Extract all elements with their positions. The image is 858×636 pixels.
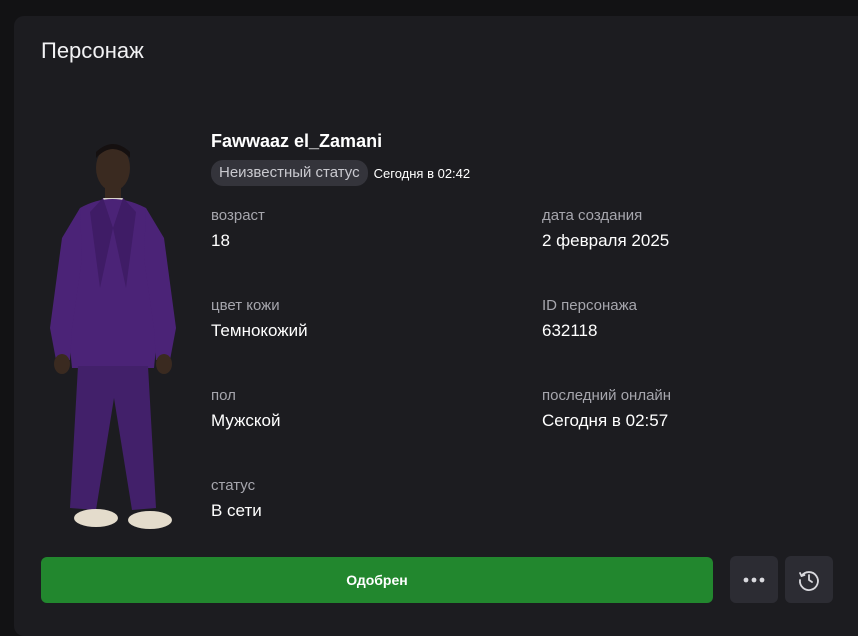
field-label: дата создания [542, 207, 643, 224]
history-button[interactable] [785, 556, 833, 603]
field-label: возраст [211, 207, 265, 224]
more-button[interactable] [730, 556, 778, 603]
status-time: Сегодня в 02:42 [373, 165, 471, 181]
field-age: возраст 18 [211, 207, 265, 251]
field-status: статус В сети [211, 477, 262, 521]
field-created: дата создания 2 февраля 2025 [542, 207, 669, 251]
field-label: цвет кожи [211, 297, 280, 314]
field-value: Мужской [211, 411, 281, 430]
field-label: последний онлайн [542, 387, 672, 404]
field-label: ID персонажа [542, 297, 637, 314]
more-dots-icon [743, 577, 765, 582]
field-last-online: последний онлайн Сегодня в 02:57 [542, 387, 671, 431]
panel-title: Персонаж [41, 38, 144, 63]
field-label: статус [211, 477, 256, 494]
character-panel: Персонаж Fawwaaz el_Zamani Неизвестный с… [14, 16, 858, 636]
field-value: Темнокожий [211, 321, 308, 340]
history-clock-icon [799, 570, 819, 591]
field-value: 18 [211, 231, 230, 250]
status-badge: Неизвестный статус [211, 160, 368, 186]
field-value: 2 февраля 2025 [542, 231, 670, 250]
character-name: Fawwaaz el_Zamani [211, 131, 383, 151]
character-skin-image [50, 144, 176, 529]
field-skin: цвет кожи Темнокожий [211, 297, 308, 341]
field-id: ID персонажа 632118 [542, 297, 637, 341]
field-value: В сети [211, 501, 262, 520]
field-value: Сегодня в 02:57 [542, 411, 669, 430]
status-row: Неизвестный статус Сегодня в 02:42 [211, 160, 470, 186]
field-gender: пол Мужской [211, 387, 281, 431]
approve-button[interactable]: Одобрен [41, 557, 713, 603]
field-label: пол [211, 387, 236, 404]
field-value: 632118 [542, 321, 598, 340]
